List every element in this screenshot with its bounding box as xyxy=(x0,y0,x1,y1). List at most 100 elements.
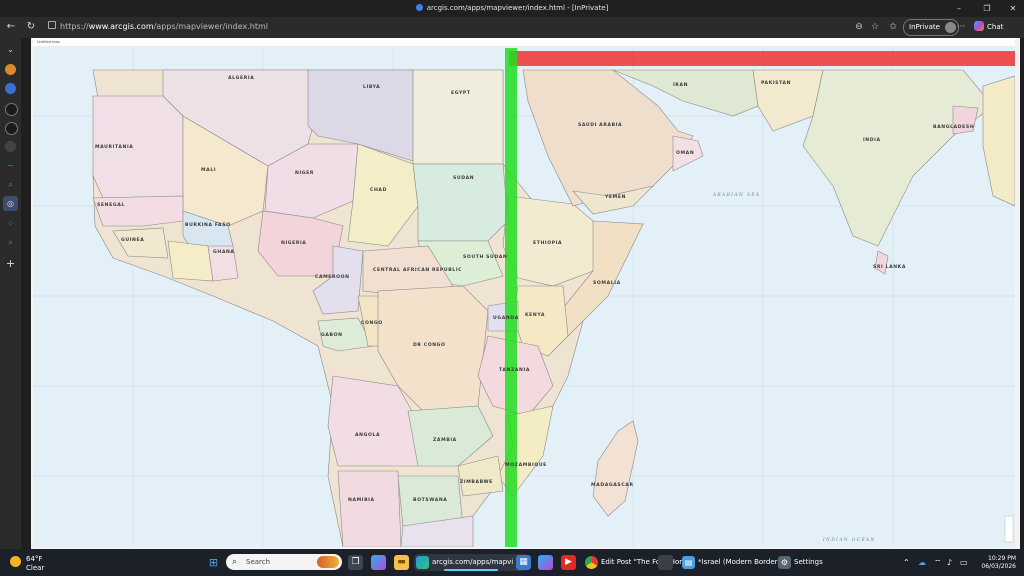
copilot-app-icon[interactable] xyxy=(538,555,553,570)
app-icon[interactable] xyxy=(658,555,673,570)
label-guinea: GUINEA xyxy=(121,237,144,243)
label-zimbabwe: ZIMBABWE xyxy=(460,479,493,485)
address-toolbar: ← ↻ https://www.arcgis.com/apps/mapviewe… xyxy=(0,17,1024,38)
label-somalia: SOMALIA xyxy=(593,280,621,286)
copilot-chat-button[interactable]: Chat xyxy=(974,20,1003,34)
active-app-icon[interactable]: ◎ xyxy=(3,196,18,211)
label-oman: OMAN xyxy=(676,150,694,156)
label-gabon: GABON xyxy=(321,332,343,338)
clock[interactable]: 10:29 PM 06/03/2026 xyxy=(978,555,1016,571)
weather-temp: 64°F xyxy=(26,555,43,563)
file-explorer-icon[interactable]: ▬ xyxy=(394,555,409,570)
favorites-icon[interactable]: ✩ xyxy=(886,20,900,34)
app-icon-2[interactable] xyxy=(5,83,16,94)
app-icon-1[interactable] xyxy=(5,64,16,75)
start-button[interactable]: ⊞ xyxy=(206,555,221,570)
windows-taskbar: 64°F Clear ⊞ ⌕ Search ❐ ▬ arcgis.com/apps… xyxy=(0,549,1024,576)
volume-icon[interactable]: ♪ xyxy=(947,554,952,571)
app-icon-7[interactable]: ⁘ xyxy=(5,218,16,229)
collapse-icon[interactable]: ⌄ xyxy=(5,44,16,55)
app-icon-5[interactable] xyxy=(5,141,16,152)
chevron-up-icon[interactable]: ⌃ xyxy=(903,554,910,571)
app-icon-6[interactable]: ~ xyxy=(5,160,16,171)
copilot-icon xyxy=(974,21,984,31)
task-chrome-edit-post[interactable]: Edit Post "The Four Hors xyxy=(583,554,693,571)
label-cameroon: CAMEROON xyxy=(315,274,350,280)
label-ghana: GHANA xyxy=(213,249,235,255)
label-drc: DR CONGO xyxy=(413,342,446,348)
weather-desc: Clear xyxy=(26,564,45,572)
map-viewport[interactable]: Untitled map ALGERIA LIBYA EGYPT MAURITA… xyxy=(31,38,1020,549)
search-icon[interactable]: ⌕ xyxy=(5,179,16,190)
task-notepad[interactable]: ▤ *Israel (Modern Borders xyxy=(680,554,790,571)
label-bangladesh: BANGLADESH xyxy=(933,124,974,130)
label-zambia: ZAMBIA xyxy=(433,437,457,443)
label-yemen: YEMEN xyxy=(604,194,626,200)
search-icon: ⌕ xyxy=(232,557,238,567)
label-arabian-sea: ARABIAN SEA xyxy=(712,192,760,197)
label-mauritania: MAURITANIA xyxy=(95,144,133,150)
task-settings-label: Settings xyxy=(794,558,823,566)
gear-icon: ⚙ xyxy=(778,556,791,569)
inprivate-label: InPrivate xyxy=(909,23,940,31)
label-mali: MALI xyxy=(201,167,216,173)
cloud-icon[interactable]: ☁ xyxy=(918,554,926,571)
label-algeria: ALGERIA xyxy=(228,75,254,81)
label-madagascar: MADAGASCAR xyxy=(591,482,634,488)
zoom-controls[interactable] xyxy=(1004,515,1014,543)
edge-sidebar: ⌄ ~ ⌕ ◎ ⁘ ⌕ + xyxy=(0,38,21,549)
app-icon-4[interactable] xyxy=(5,122,18,135)
label-car: CENTRAL AFRICAN REPUBLIC xyxy=(373,267,462,273)
country-ivory-coast xyxy=(167,240,214,282)
more-menu-icon[interactable]: ··· xyxy=(954,20,968,34)
country-namibia xyxy=(337,470,402,547)
add-icon[interactable]: + xyxy=(5,258,16,269)
label-pakistan: PAKISTAN xyxy=(761,80,791,86)
refresh-icon[interactable]: ↻ xyxy=(24,20,38,34)
edge-icon xyxy=(416,556,429,569)
inprivate-badge[interactable]: InPrivate xyxy=(903,19,959,36)
zoom-icon[interactable]: ⊖ xyxy=(852,20,866,34)
task-view-icon[interactable]: ❐ xyxy=(348,555,363,570)
task-edge-arcgis[interactable]: arcgis.com/apps/mapvi xyxy=(414,554,528,571)
label-namibia: NAMIBIA xyxy=(348,497,375,503)
label-senegal: SENEGAL xyxy=(97,202,125,208)
label-india: INDIA xyxy=(863,137,881,143)
taskbar-search[interactable]: ⌕ Search xyxy=(226,554,342,570)
label-chad: CHAD xyxy=(370,187,387,193)
favorite-star-icon[interactable]: ☆ xyxy=(868,20,882,34)
window-title-text: arcgis.com/apps/mapviewer/index.html - [… xyxy=(426,4,609,12)
label-mozambique: MOZAMBIQUE xyxy=(505,462,547,468)
store-icon[interactable]: ▦ xyxy=(516,555,531,570)
copilot-icon[interactable] xyxy=(371,555,386,570)
chat-label: Chat xyxy=(987,23,1004,31)
map-header-text: Untitled map xyxy=(37,40,60,44)
app-icon-3[interactable] xyxy=(5,103,18,116)
task-settings[interactable]: ⚙ Settings xyxy=(776,554,840,571)
edge-icon xyxy=(415,4,423,11)
youtube-icon[interactable]: ▶ xyxy=(561,555,576,570)
chrome-icon xyxy=(585,556,598,569)
moon-weather-icon xyxy=(10,556,21,567)
task-chrome-label: Edit Post "The Four Hors xyxy=(601,558,686,566)
label-congo: CONGO xyxy=(361,320,383,326)
clock-date: 06/03/2026 xyxy=(981,563,1016,570)
minimize-button[interactable]: – xyxy=(944,0,974,17)
battery-icon[interactable]: ▭ xyxy=(960,554,968,571)
window-title: arcgis.com/apps/mapviewer/index.html - [… xyxy=(0,4,1024,12)
back-icon[interactable]: ← xyxy=(4,20,18,34)
label-niger: NIGER xyxy=(295,170,314,176)
search-placeholder: Search xyxy=(246,558,271,566)
wifi-icon[interactable]: ⌔ xyxy=(934,554,942,571)
map-svg[interactable]: ALGERIA LIBYA EGYPT MAURITANIA MALI NIGE… xyxy=(33,46,1015,547)
label-tanzania: TANZANIA xyxy=(499,367,530,373)
task-notepad-label: *Israel (Modern Borders xyxy=(698,558,782,566)
close-button[interactable]: ✕ xyxy=(998,0,1024,17)
label-sudan: SUDAN xyxy=(453,175,474,181)
url-field[interactable]: https://www.arcgis.com/apps/mapviewer/in… xyxy=(48,20,848,34)
label-kenya: KENYA xyxy=(525,312,545,318)
task-edge-label: arcgis.com/apps/mapvi xyxy=(432,558,514,566)
app-icon-8[interactable]: ⌕ xyxy=(5,237,16,248)
map-canvas[interactable]: ALGERIA LIBYA EGYPT MAURITANIA MALI NIGE… xyxy=(33,46,1015,547)
label-libya: LIBYA xyxy=(363,84,380,90)
